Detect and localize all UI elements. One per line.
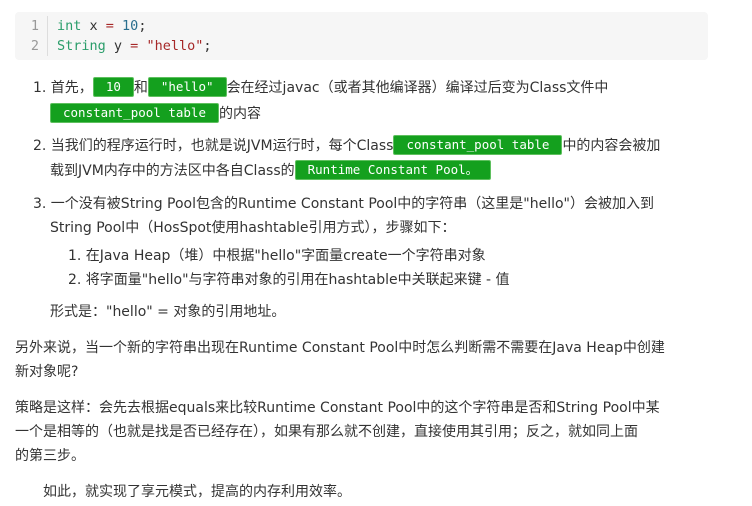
code-block: 12 int x = 10; String y = "hello"; bbox=[15, 12, 708, 60]
inline-code: constant_pool table bbox=[50, 103, 219, 123]
paragraph: 如此，就实现了享元模式，提高的内存利用效率。 bbox=[43, 484, 351, 500]
sub-item: 2. 将字面量"hello"与字符串对象的引用在hashtable中关联起来键 … bbox=[68, 272, 510, 288]
inline-code: 10 bbox=[92, 77, 134, 97]
inline-code: Runtime Constant Pool。 bbox=[294, 160, 492, 180]
inline-code: "hello" bbox=[147, 77, 227, 97]
list-item-1: 1. 首先， 10 和 "hello" 会在经过javac（或者其他编译器）编译过后变为… bbox=[33, 77, 609, 97]
code-line: int x = 10; bbox=[57, 18, 147, 34]
list-item-2: 2. 当我们的程序运行时，也就是说JVM运行时，每个Class constant_… bbox=[33, 135, 661, 155]
list-item-1-cont: constant_pool table 的内容 bbox=[50, 100, 261, 128]
list-item-2-cont: 载到JVM内存中的方法区中各自Class的 Runtime Constant Po… bbox=[50, 157, 492, 185]
paragraph: 另外来说，当一个新的字符串出现在Runtime Constant Pool中时怎… bbox=[15, 340, 665, 356]
code-line: String y = "hello"; bbox=[57, 38, 212, 54]
inline-code: constant_pool table bbox=[393, 135, 563, 155]
line-numbers: 12 bbox=[15, 16, 48, 56]
